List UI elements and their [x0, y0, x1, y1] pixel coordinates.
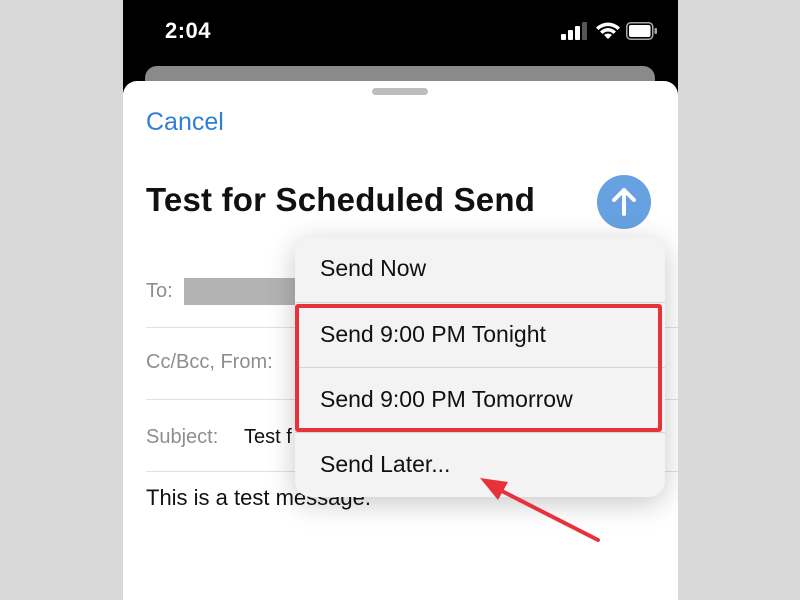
- status-time: 2:04: [165, 18, 212, 43]
- wifi-icon: [596, 22, 620, 39]
- signal-icon: [561, 22, 587, 40]
- battery-icon: [626, 22, 657, 40]
- menu-item-label: Send Now: [320, 255, 427, 281]
- to-label: To:: [146, 280, 173, 302]
- cancel-button[interactable]: Cancel: [146, 108, 224, 137]
- menu-item-label: Send Later...: [320, 451, 451, 477]
- sheet-grabber[interactable]: [372, 88, 428, 95]
- compose-title: Test for Scheduled Send: [146, 181, 536, 218]
- status-bar: 2:04: [123, 0, 678, 62]
- arrow-up-icon: [612, 188, 636, 216]
- subject-value[interactable]: Test f: [244, 426, 292, 449]
- to-value-redacted: [184, 278, 296, 305]
- send-button[interactable]: [597, 175, 651, 229]
- subject-label: Subject:: [146, 426, 219, 448]
- menu-item-send-now[interactable]: Send Now: [295, 237, 665, 302]
- annotation-arrow-icon: [480, 478, 600, 542]
- annotation-highlight-box: [295, 304, 662, 432]
- cc-bcc-label: Cc/Bcc, From:: [146, 351, 273, 373]
